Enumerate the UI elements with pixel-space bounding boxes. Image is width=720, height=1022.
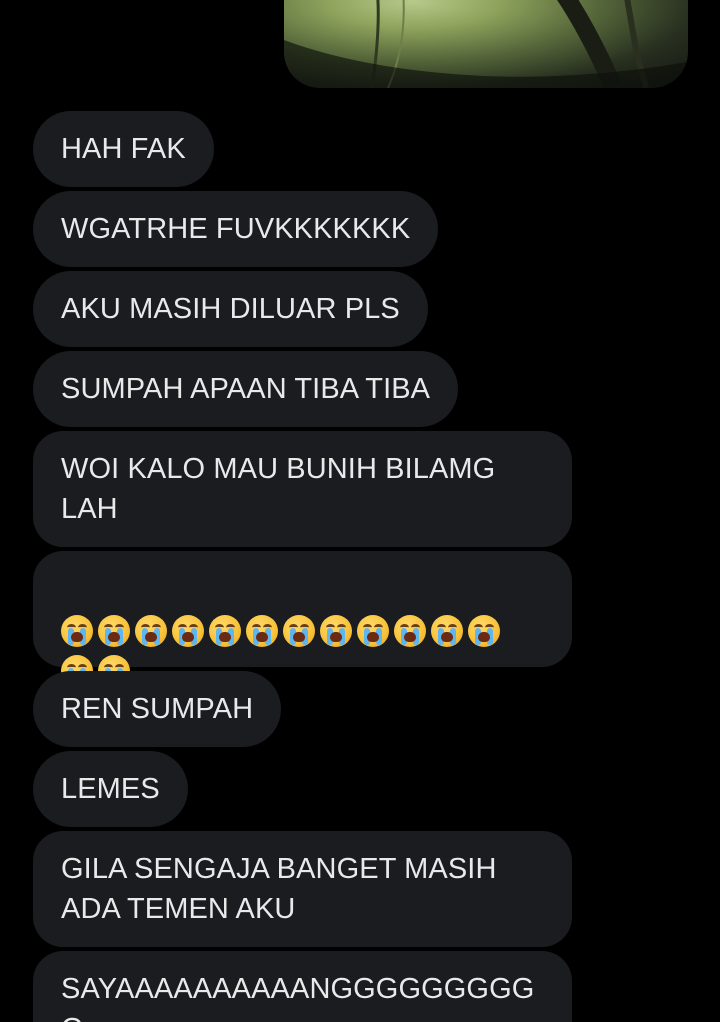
emoji-mouth [293,632,305,642]
chat-thread[interactable]: HAH FAK WGATRHE FUVKKKKKKK AKU MASIH DIL… [0,0,720,1022]
emoji-mouth [108,632,120,642]
loudly-crying-face-icon [320,615,352,647]
loudly-crying-face-icon [209,615,241,647]
message-bubble-8[interactable]: LEMES [33,751,188,827]
emoji-mouth [71,632,83,642]
loudly-crying-face-icon [98,615,130,647]
message-bubble-10[interactable]: SAYAAAAAAAAAANGGGGGGGGG G [33,951,572,1022]
emoji-mouth [367,632,379,642]
loudly-crying-face-icon [357,615,389,647]
message-bubble-7[interactable]: REN SUMPAH [33,671,282,747]
loudly-crying-face-icon [246,615,278,647]
message-bubble-2[interactable]: WGATRHE FUVKKKKKKK [33,191,439,267]
message-bubble-5[interactable]: WOI KALO MAU BUNIH BILAMG LAH [33,431,572,547]
emoji-mouth [256,632,268,642]
photo-content [284,0,688,88]
message-bubble-3[interactable]: AKU MASIH DILUAR PLS [33,271,428,347]
emoji-mouth [404,632,416,642]
loudly-crying-face-icon [61,615,93,647]
loudly-crying-face-icon [394,615,426,647]
emoji-mouth [182,632,194,642]
loudly-crying-face-icon [172,615,204,647]
loudly-crying-face-icon [283,615,315,647]
loudly-crying-face-icon [468,615,500,647]
sent-photo-message[interactable] [284,0,688,88]
message-bubble-9[interactable]: GILA SENGAJA BANGET MASIH ADA TEMEN AKU [33,831,572,947]
emoji-mouth [441,632,453,642]
message-bubble-1[interactable]: HAH FAK [33,111,214,187]
emoji-mouth [330,632,342,642]
emoji-message-bubble[interactable] [33,551,572,687]
emoji-mouth [219,632,231,642]
message-bubble-4[interactable]: SUMPAH APAAN TIBA TIBA [33,351,459,427]
loudly-crying-face-icon [135,615,167,647]
emoji-mouth [145,632,157,642]
emoji-mouth [478,632,490,642]
loudly-crying-face-icon [431,615,463,647]
